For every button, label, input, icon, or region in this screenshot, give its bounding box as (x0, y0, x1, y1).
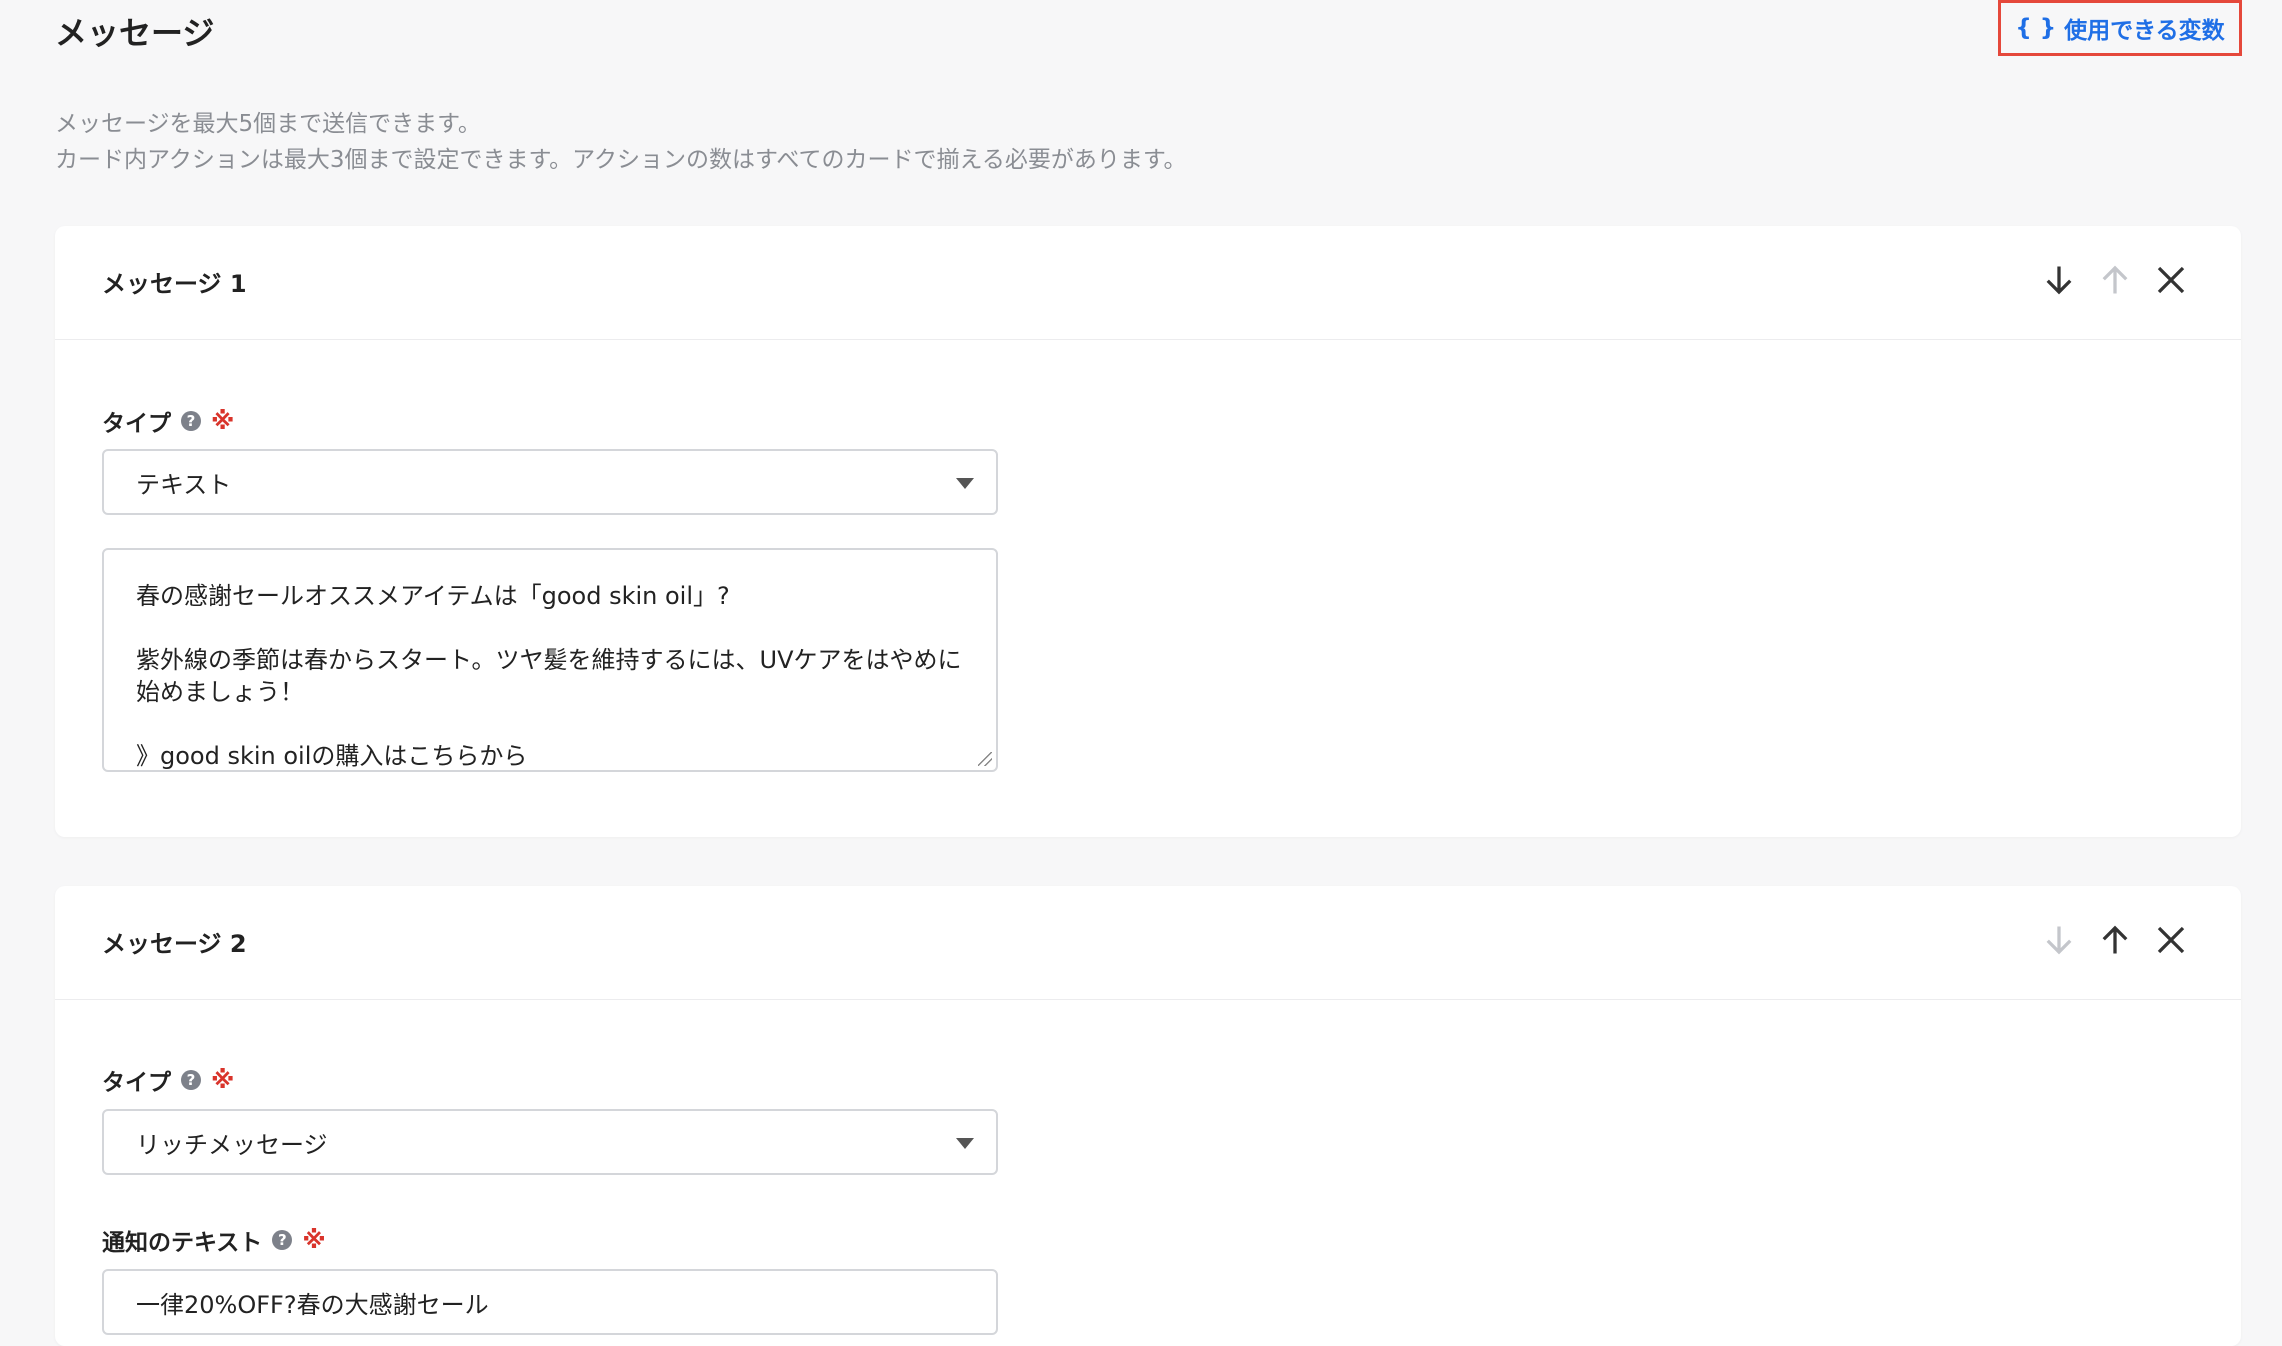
type-select[interactable]: テキスト (102, 449, 998, 515)
resize-handle-icon[interactable] (978, 752, 992, 766)
message-controls (2039, 256, 2191, 304)
dropdown-caret-icon (956, 478, 974, 489)
text-line: 始めましょう！ (136, 678, 304, 706)
close-icon (2157, 266, 2185, 294)
message-title: メッセージ 2 (102, 930, 247, 958)
move-up-button[interactable] (2095, 256, 2135, 304)
move-down-button[interactable] (2039, 256, 2079, 304)
type-select-value: リッチメッセージ (136, 1130, 328, 1159)
text-line: 春の感謝セールオススメアイテムは「good skin oil」? (136, 582, 730, 610)
description-line: メッセージを最大5個まで送信できます。 (55, 111, 481, 137)
available-variables-label: 使用できる変数 (2064, 18, 2225, 44)
message-controls (2039, 916, 2191, 964)
type-field-label: タイプ ? ※ (102, 1063, 234, 1097)
message-card-2: メッセージ 2 タイプ ? ※ リッチメッセージ 通知のテキスト ? ※ 一律2… (55, 886, 2241, 1346)
notification-label-text: 通知のテキスト (102, 1230, 263, 1256)
required-mark: ※ (302, 1226, 326, 1254)
arrow-down-icon (2046, 926, 2072, 955)
braces-icon: { } (2015, 15, 2057, 41)
text-line: 紫外線の季節は春からスタート。ツヤ髪を維持するには、UVケアをはやめに (136, 646, 962, 674)
available-variables-button[interactable]: { } 使用できる変数 (1998, 0, 2242, 56)
page-description: メッセージを最大5個まで送信できます。 カード内アクションは最大3個まで設定でき… (55, 106, 1187, 178)
description-line: カード内アクションは最大3個まで設定できます。アクションの数はすべてのカードで揃… (55, 147, 1187, 173)
move-down-button[interactable] (2039, 916, 2079, 964)
required-mark: ※ (211, 1066, 235, 1094)
arrow-up-icon (2102, 265, 2128, 294)
message-text-area[interactable]: 春の感謝セールオススメアイテムは「good skin oil」? 紫外線の季節は… (102, 548, 998, 772)
move-up-button[interactable] (2095, 916, 2135, 964)
arrow-up-icon (2102, 925, 2128, 954)
close-icon (2157, 926, 2185, 954)
required-mark: ※ (211, 407, 235, 435)
message-card-1: メッセージ 1 タイプ ? ※ テキスト 春の感謝セールオススメアイテムは「go… (55, 226, 2241, 837)
notification-text-field-label: 通知のテキスト ? ※ (102, 1223, 326, 1257)
help-icon[interactable]: ? (181, 411, 201, 431)
notification-text-value: 一律20%OFF?春の大感謝セール (136, 1290, 489, 1319)
text-line: 》good skin oilの購入はこちらから (136, 742, 528, 770)
text-line (136, 708, 962, 740)
type-select[interactable]: リッチメッセージ (102, 1109, 998, 1175)
message-card-header: メッセージ 1 (55, 226, 2241, 340)
help-icon[interactable]: ? (181, 1070, 201, 1090)
message-card-header: メッセージ 2 (55, 886, 2241, 1000)
remove-message-button[interactable] (2151, 256, 2191, 304)
text-line (136, 612, 962, 644)
dropdown-caret-icon (956, 1138, 974, 1149)
arrow-down-icon (2046, 266, 2072, 295)
notification-text-input[interactable]: 一律20%OFF?春の大感謝セール (102, 1269, 998, 1335)
type-field-label: タイプ ? ※ (102, 404, 234, 438)
type-select-value: テキスト (136, 470, 232, 499)
help-icon[interactable]: ? (272, 1230, 293, 1250)
type-label-text: タイプ (102, 1070, 171, 1096)
message-title: メッセージ 1 (102, 270, 247, 298)
remove-message-button[interactable] (2151, 916, 2191, 964)
type-label-text: タイプ (102, 411, 171, 437)
page-title: メッセージ (55, 14, 215, 52)
